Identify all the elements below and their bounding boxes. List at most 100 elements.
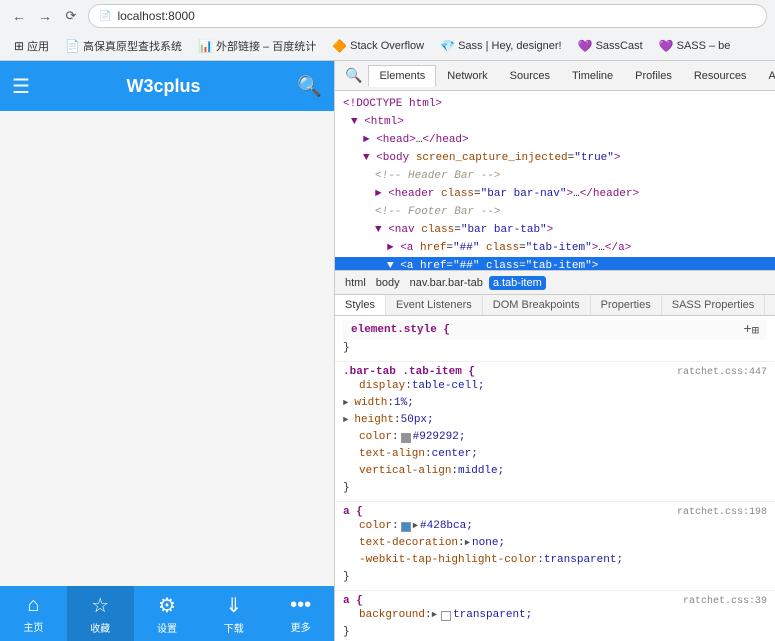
css-prop-a-color[interactable]: color: ► #428bca; xyxy=(343,518,767,535)
bookmark-apps-label: 应用 xyxy=(27,38,49,54)
fav-tab-label: 收藏 xyxy=(90,620,110,635)
gear-icon: ⚙ xyxy=(158,593,176,618)
css-prop-a-textdeco[interactable]: text-decoration: ► none; xyxy=(343,535,767,552)
styles-tab-event[interactable]: Event Listeners xyxy=(386,295,483,315)
breadcrumb-nav[interactable]: nav.bar.bar-tab xyxy=(406,276,487,290)
mobile-tab-settings[interactable]: ⚙ 设置 xyxy=(134,586,201,641)
devtools-search-icon[interactable]: 🔍 xyxy=(339,63,368,88)
hamburger-icon[interactable]: ☰ xyxy=(12,74,30,99)
mobile-search-icon[interactable]: 🔍 xyxy=(297,74,322,99)
tree-head[interactable]: ► <head>…</head> xyxy=(335,131,775,149)
styles-tab-dom[interactable]: DOM Breakpoints xyxy=(483,295,591,315)
bookmark-baidu[interactable]: 📊 外部链接 – 百度统计 xyxy=(192,36,322,56)
styles-tab-sass[interactable]: SASS Properties xyxy=(662,295,766,315)
css-selector-line-bartab: .bar-tab .tab-item { ratchet.css:447 xyxy=(343,366,767,378)
css-selector-element[interactable]: element.style { xyxy=(351,324,450,336)
bookmark-sasscast[interactable]: 💜 SassCast xyxy=(572,37,649,55)
forward-button[interactable]: → xyxy=(34,5,56,27)
css-prop-verticalalign[interactable]: vertical-align: middle; xyxy=(343,463,767,480)
styles-panel: element.style { + ⊞ } .bar-tab .tab-item… xyxy=(335,316,775,641)
css-selector-bartab[interactable]: .bar-tab .tab-item { xyxy=(343,366,475,378)
url-text: localhost:8000 xyxy=(117,9,194,23)
tree-body[interactable]: ▼ <body screen_capture_injected="true"> xyxy=(335,149,775,167)
css-prop-width[interactable]: ►width: 1%; xyxy=(343,395,767,412)
tree-comment-footer[interactable]: <!-- Footer Bar --> xyxy=(335,203,775,221)
css-prop-height[interactable]: ►height: 50px; xyxy=(343,412,767,429)
nav-buttons: ← → ⟳ xyxy=(8,5,82,27)
css-closing-brace-a198: } xyxy=(343,569,767,586)
css-closing-brace: } xyxy=(343,340,767,357)
add-rule-button[interactable]: + xyxy=(743,322,751,338)
styles-tab-styles[interactable]: Styles xyxy=(335,295,386,315)
tab-audits[interactable]: Audits xyxy=(757,65,775,87)
tab-sources[interactable]: Sources xyxy=(499,65,561,87)
bookmark-stackoverflow[interactable]: 🔶 Stack Overflow xyxy=(326,37,430,55)
bookmarks-bar: ⊞ 应用 📄 高保真原型查找系统 📊 外部链接 – 百度统计 🔶 Stack O… xyxy=(0,32,775,60)
bookmark-sass2[interactable]: 💜 SASS – be xyxy=(653,37,737,55)
css-source-bartab[interactable]: ratchet.css:447 xyxy=(677,367,767,378)
home-icon: ⌂ xyxy=(27,594,39,617)
breadcrumb-a[interactable]: a.tab-item xyxy=(489,276,546,290)
tab-resources[interactable]: Resources xyxy=(683,65,758,87)
breadcrumb-body[interactable]: body xyxy=(372,276,404,290)
mobile-tab-download[interactable]: ⇓ 下载 xyxy=(200,586,267,641)
css-prop-color[interactable]: color: #929292; xyxy=(343,429,767,446)
apps-icon: ⊞ xyxy=(14,39,24,53)
back-button[interactable]: ← xyxy=(8,5,30,27)
refresh-button[interactable]: ⟳ xyxy=(60,5,82,27)
color-swatch-929292[interactable] xyxy=(401,433,411,443)
tree-comment-header[interactable]: <!-- Header Bar --> xyxy=(335,167,775,185)
sasscast-icon: 💜 xyxy=(578,39,593,53)
css-source-a198[interactable]: ratchet.css:198 xyxy=(677,507,767,518)
tab-elements[interactable]: Elements xyxy=(368,65,436,87)
devtools-panel: 🔍 Elements Network Sources Timeline Prof… xyxy=(335,61,775,641)
bookmark-so-label: Stack Overflow xyxy=(350,40,424,52)
css-selector-line-a198: a { ratchet.css:198 xyxy=(343,506,767,518)
css-prop-display[interactable]: display: table-cell; xyxy=(343,378,767,395)
tab-profiles[interactable]: Profiles xyxy=(624,65,683,87)
tab-timeline[interactable]: Timeline xyxy=(561,65,624,87)
page-icon: 📄 xyxy=(99,11,111,22)
css-selector-a198[interactable]: a { xyxy=(343,506,363,518)
mobile-title: W3cplus xyxy=(127,76,201,97)
css-closing-brace-a39: } xyxy=(343,624,767,641)
mobile-header: ☰ W3cplus 🔍 xyxy=(0,61,334,111)
mobile-tab-more[interactable]: ••• 更多 xyxy=(267,586,334,641)
mobile-tab-favorites[interactable]: ☆ 收藏 xyxy=(67,586,134,641)
breadcrumb-html[interactable]: html xyxy=(341,276,370,290)
color-swatch-428bca[interactable] xyxy=(401,522,411,532)
css-prop-a-webkit-tap[interactable]: -webkit-tap-highlight-color: transparent… xyxy=(343,552,767,569)
color-swatch-transparent[interactable] xyxy=(441,611,451,621)
main-content: ☰ W3cplus 🔍 ⌂ 主页 ☆ 收藏 ⚙ 设置 ⇓ 下载 ••• xyxy=(0,61,775,641)
css-source-a39[interactable]: ratchet.css:39 xyxy=(683,596,767,607)
tree-html[interactable]: ▼ <html> xyxy=(335,113,775,131)
tree-a1[interactable]: ► <a href="##" class="tab-item">…</a> xyxy=(335,239,775,257)
star-icon: ☆ xyxy=(91,593,109,618)
bookmark-proto[interactable]: 📄 高保真原型查找系统 xyxy=(59,36,188,56)
more-tab-label: 更多 xyxy=(291,619,311,634)
bookmark-proto-label: 高保真原型查找系统 xyxy=(83,38,182,54)
styles-tab-props[interactable]: Properties xyxy=(591,295,662,315)
browser-toolbar: ← → ⟳ 📄 localhost:8000 xyxy=(0,0,775,32)
tree-nav[interactable]: ▼ <nav class="bar bar-tab"> xyxy=(335,221,775,239)
bookmark-sass-label: Sass | Hey, designer! xyxy=(458,40,562,52)
css-selector-a39[interactable]: a { xyxy=(343,595,363,607)
bookmark-sass[interactable]: 💎 Sass | Hey, designer! xyxy=(434,37,568,55)
bookmark-apps[interactable]: ⊞ 应用 xyxy=(8,36,55,56)
css-block-element-style: element.style { + ⊞ } xyxy=(335,316,775,362)
css-prop-textalign[interactable]: text-align: center; xyxy=(343,446,767,463)
tree-doctype[interactable]: <!DOCTYPE html> xyxy=(335,95,775,113)
tab-network[interactable]: Network xyxy=(436,65,498,87)
css-closing-brace-bartab: } xyxy=(343,480,767,497)
settings-tab-label: 设置 xyxy=(157,620,177,635)
tree-a2-selected[interactable]: ▼ <a href="##" class="tab-item"> xyxy=(335,257,775,271)
more-icon: ••• xyxy=(290,594,311,617)
mobile-tab-home[interactable]: ⌂ 主页 xyxy=(0,586,67,641)
mobile-footer: ⌂ 主页 ☆ 收藏 ⚙ 设置 ⇓ 下载 ••• 更多 xyxy=(0,586,334,641)
styles-tabs-bar: Styles Event Listeners DOM Breakpoints P… xyxy=(335,295,775,316)
add-style-icon[interactable]: ⊞ xyxy=(752,323,759,338)
address-bar[interactable]: 📄 localhost:8000 xyxy=(88,4,767,28)
css-prop-a39-bg[interactable]: background: ► transparent; xyxy=(343,607,767,624)
tree-header[interactable]: ► <header class="bar bar-nav">…</header> xyxy=(335,185,775,203)
so-icon: 🔶 xyxy=(332,39,347,53)
